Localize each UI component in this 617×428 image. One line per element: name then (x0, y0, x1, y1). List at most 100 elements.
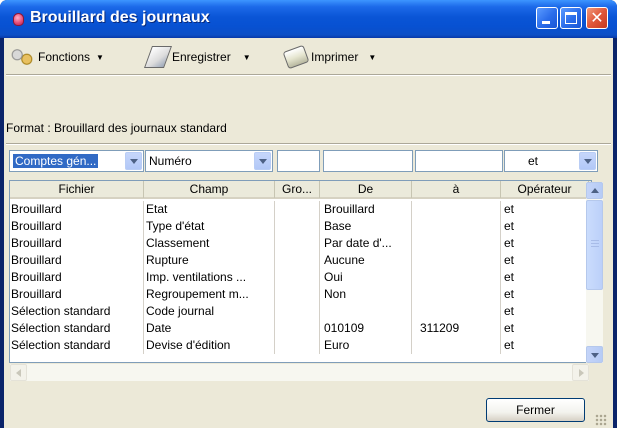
table-row[interactable]: Brouillard Etat Brouillard et (10, 201, 591, 218)
table-cell[interactable] (275, 269, 320, 286)
champ-select[interactable]: Numéro (145, 150, 273, 172)
chevron-down-icon[interactable] (254, 152, 271, 170)
chevron-down-icon[interactable] (579, 152, 596, 170)
column-header-groupe[interactable]: Gro... (275, 181, 320, 198)
operateur-select[interactable]: et (504, 150, 598, 172)
table-cell[interactable] (412, 303, 501, 320)
minimize-button[interactable] (536, 7, 558, 29)
table-cell[interactable] (412, 252, 501, 269)
horizontal-scrollbar[interactable] (10, 364, 589, 381)
table-cell[interactable]: Devise d'édition (144, 337, 275, 354)
title-bar[interactable]: Brouillard des journaux ✕ (0, 0, 617, 38)
table-row[interactable]: Brouillard Rupture Aucune et (10, 252, 591, 269)
enregistrer-menu-button[interactable]: Enregistrer ▼ (143, 44, 251, 70)
table-row[interactable]: Sélection standard Devise d'édition Euro et (10, 337, 591, 354)
table-cell[interactable] (412, 218, 501, 235)
table-row[interactable]: Brouillard Type d'état Base et (10, 218, 591, 235)
scroll-down-icon[interactable] (586, 346, 603, 363)
table-cell[interactable]: Rupture (144, 252, 275, 269)
table-cell[interactable] (275, 286, 320, 303)
chevron-down-icon[interactable] (125, 152, 142, 170)
table-cell[interactable] (275, 252, 320, 269)
resize-grip-icon[interactable] (595, 414, 607, 426)
grip-line (591, 240, 599, 241)
fichier-select[interactable]: Comptes gén... (9, 150, 144, 172)
table-cell[interactable]: et (501, 252, 589, 269)
scroll-left-icon[interactable] (10, 364, 27, 381)
table-cell[interactable]: Brouillard (10, 269, 144, 286)
column-header-fichier[interactable]: Fichier (10, 181, 144, 198)
table-cell[interactable]: Imp. ventilations ... (144, 269, 275, 286)
print-icon (282, 44, 310, 70)
table-cell[interactable] (275, 201, 320, 218)
save-icon (143, 46, 173, 68)
table-cell[interactable]: Classement (144, 235, 275, 252)
table-row[interactable]: Sélection standard Date 010109 311209 et (10, 320, 591, 337)
table-cell[interactable] (275, 218, 320, 235)
table-cell[interactable]: 010109 (320, 320, 412, 337)
table-cell[interactable]: Brouillard (10, 235, 144, 252)
table-cell[interactable]: Sélection standard (10, 320, 144, 337)
scroll-up-icon[interactable] (586, 182, 603, 199)
table-cell[interactable] (275, 235, 320, 252)
table-cell[interactable] (412, 286, 501, 303)
table-row[interactable]: Brouillard Classement Par date d'... et (10, 235, 591, 252)
table-cell[interactable] (412, 269, 501, 286)
scroll-thumb[interactable] (586, 200, 603, 290)
fermer-button[interactable]: Fermer (486, 398, 585, 422)
imprimer-menu-button[interactable]: Imprimer ▼ (282, 44, 376, 70)
table-cell[interactable]: et (501, 320, 589, 337)
close-window-button[interactable]: ✕ (586, 7, 608, 29)
de-input[interactable] (323, 150, 413, 172)
fichier-select-value: Comptes gén... (13, 154, 99, 168)
table-cell[interactable]: Par date d'... (320, 235, 412, 252)
table-cell[interactable] (275, 320, 320, 337)
table-cell[interactable] (412, 337, 501, 354)
column-header-de[interactable]: De (320, 181, 412, 198)
table-cell[interactable]: Code journal (144, 303, 275, 320)
table-cell[interactable]: Brouillard (320, 201, 412, 218)
table-cell[interactable]: Sélection standard (10, 337, 144, 354)
table-cell[interactable]: Brouillard (10, 218, 144, 235)
table-cell[interactable] (275, 337, 320, 354)
a-input[interactable] (415, 150, 503, 172)
table-row[interactable]: Brouillard Regroupement m... Non et (10, 286, 591, 303)
table-cell[interactable]: Sélection standard (10, 303, 144, 320)
table-cell[interactable]: Non (320, 286, 412, 303)
table-row[interactable]: Brouillard Imp. ventilations ... Oui et (10, 269, 591, 286)
table-cell[interactable]: et (501, 303, 589, 320)
column-header-operateur[interactable]: Opérateur (501, 181, 589, 198)
table-cell[interactable]: et (501, 218, 589, 235)
table-cell[interactable]: et (501, 337, 589, 354)
vertical-scrollbar[interactable] (586, 182, 603, 363)
table-cell[interactable]: Brouillard (10, 252, 144, 269)
table-cell[interactable]: Etat (144, 201, 275, 218)
maximize-button[interactable] (560, 7, 582, 29)
table-cell[interactable]: 311209 (412, 320, 501, 337)
column-header-champ[interactable]: Champ (144, 181, 275, 198)
table-cell[interactable]: et (501, 201, 589, 218)
table-cell[interactable] (275, 303, 320, 320)
table-cell[interactable]: et (501, 286, 589, 303)
table-cell[interactable]: Base (320, 218, 412, 235)
table-cell[interactable] (412, 235, 501, 252)
grip-line (591, 246, 599, 247)
table-cell[interactable]: Oui (320, 269, 412, 286)
scroll-right-icon[interactable] (572, 364, 589, 381)
table-row[interactable]: Sélection standard Code journal et (10, 303, 591, 320)
table-cell[interactable]: Regroupement m... (144, 286, 275, 303)
table-cell[interactable]: Euro (320, 337, 412, 354)
table-cell[interactable]: et (501, 235, 589, 252)
table-cell[interactable]: Date (144, 320, 275, 337)
table-cell[interactable]: Type d'état (144, 218, 275, 235)
table-cell[interactable]: et (501, 269, 589, 286)
column-header-a[interactable]: à (412, 181, 501, 198)
fonctions-menu-button[interactable]: Fonctions ▼ (10, 44, 104, 70)
table-cell[interactable] (320, 303, 412, 320)
champ-select-value: Numéro (149, 154, 192, 168)
table-cell[interactable] (412, 201, 501, 218)
table-cell[interactable]: Brouillard (10, 201, 144, 218)
groupe-input[interactable] (277, 150, 320, 172)
table-cell[interactable]: Aucune (320, 252, 412, 269)
table-cell[interactable]: Brouillard (10, 286, 144, 303)
